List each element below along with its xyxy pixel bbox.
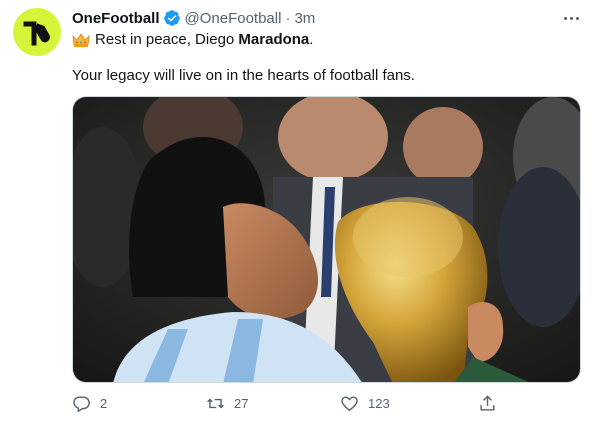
reply-count: 2 xyxy=(100,395,108,411)
verified-badge-icon xyxy=(163,10,180,26)
tweet-timestamp[interactable]: 3m xyxy=(294,10,315,27)
tweet-header: OneFootball @OneFootball · 3m xyxy=(72,8,315,28)
tweet-text-bold: Maradona xyxy=(238,31,310,48)
more-options-icon[interactable] xyxy=(560,9,582,27)
tweet-text-suffix: . xyxy=(309,31,314,48)
avatar[interactable] xyxy=(13,8,61,56)
retweet-button[interactable]: 27 xyxy=(206,392,248,414)
photo-image xyxy=(73,97,580,382)
reply-button[interactable]: 2 xyxy=(72,392,107,414)
header-separator: · xyxy=(285,9,291,27)
user-handle[interactable]: @OneFootball xyxy=(185,10,282,27)
retweet-count: 27 xyxy=(234,395,249,411)
retweet-icon xyxy=(207,398,224,408)
display-name[interactable]: OneFootball xyxy=(72,10,160,27)
share-icon xyxy=(480,394,495,411)
tweet-text-line-2: Your legacy will live on in the hearts o… xyxy=(72,67,415,84)
like-button[interactable]: 123 xyxy=(340,392,390,414)
heart-icon xyxy=(341,395,358,411)
tweet-text-line-1: Rest in peace, Diego Maradona . xyxy=(72,30,313,50)
reply-icon xyxy=(73,395,90,412)
tweet-actions: 2 27 123 xyxy=(72,392,502,414)
like-count: 123 xyxy=(368,395,390,411)
onefootball-logo-icon xyxy=(13,8,61,56)
crown-emoji-icon xyxy=(72,33,90,47)
tweet-card[interactable]: OneFootball @OneFootball · 3m Rest in pe… xyxy=(0,0,594,423)
tweet-photo[interactable] xyxy=(72,96,581,383)
tweet-text-prefix: Rest in peace, Diego xyxy=(95,31,239,48)
share-button[interactable] xyxy=(478,392,506,414)
